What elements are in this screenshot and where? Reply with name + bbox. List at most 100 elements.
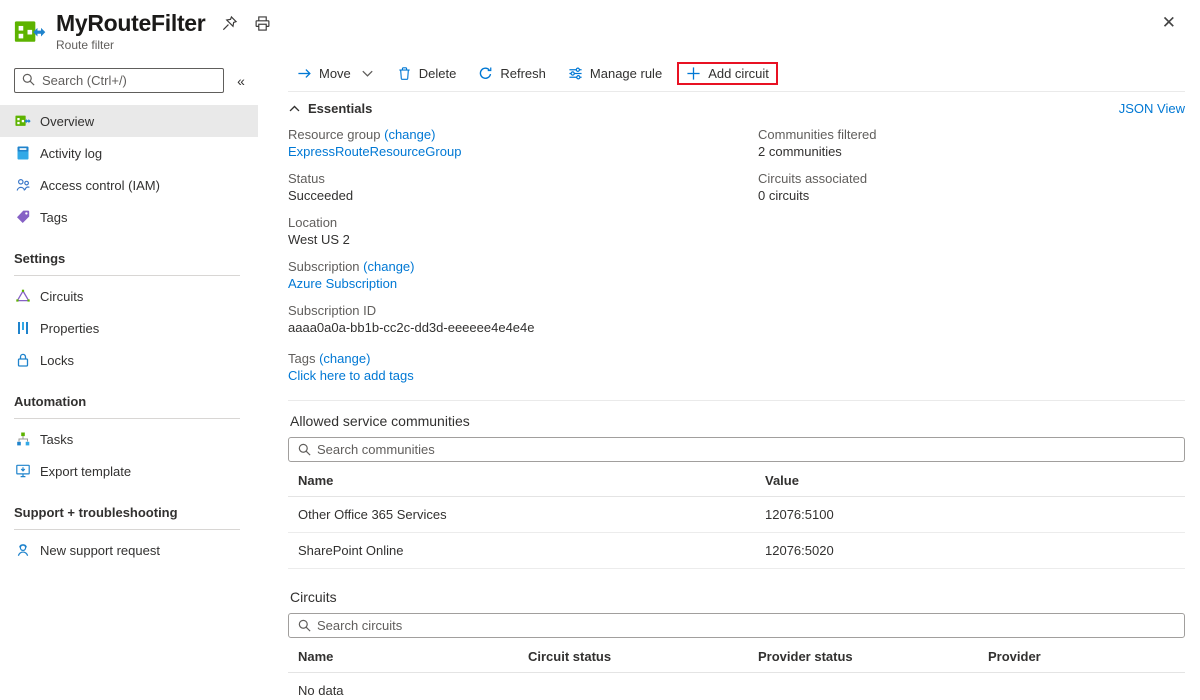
move-button[interactable]: Move — [288, 62, 384, 85]
essentials-left-column: Resource group (change) ExpressRouteReso… — [288, 126, 758, 394]
communities-search-input[interactable] — [289, 438, 1184, 461]
sidebar-item-overview[interactable]: Overview — [0, 105, 258, 137]
resource-group-value-link[interactable]: ExpressRouteResourceGroup — [288, 144, 461, 159]
communities-table-header: Name Value — [288, 462, 1185, 497]
communities-section-title: Allowed service communities — [288, 401, 1185, 437]
tasks-icon — [15, 431, 31, 447]
activity-log-icon — [15, 145, 31, 161]
export-template-icon — [15, 463, 31, 479]
circuits-associated-value: 0 circuits — [758, 187, 1185, 205]
circuits-search — [288, 613, 1185, 638]
search-icon — [21, 72, 36, 87]
sidebar-collapse-button[interactable]: « — [224, 73, 258, 89]
communities-filtered-field: Communities filtered 2 communities — [758, 126, 1185, 161]
tags-change-link[interactable]: (change) — [319, 351, 370, 366]
lock-icon — [15, 352, 31, 368]
resource-group-field: Resource group (change) ExpressRouteReso… — [288, 126, 758, 161]
subscription-id-value: aaaa0a0a-bb1b-cc2c-dd3d-eeeeee4e4e4e — [288, 319, 758, 337]
content-pane: Move Delete Refresh — [258, 56, 1200, 700]
subscription-label: Subscription — [288, 259, 360, 274]
circuits-col-provider-status: Provider status — [748, 638, 978, 672]
sidebar-item-tags[interactable]: Tags — [0, 201, 258, 233]
sidebar-item-label: Properties — [40, 321, 99, 336]
sidebar-search-input[interactable] — [14, 68, 224, 93]
sidebar-item-access-control[interactable]: Access control (IAM) — [0, 169, 258, 201]
subscription-value-link[interactable]: Azure Subscription — [288, 276, 397, 291]
sidebar-item-label: Locks — [40, 353, 74, 368]
sidebar-item-label: New support request — [40, 543, 160, 558]
json-view-link[interactable]: JSON View — [1119, 101, 1185, 116]
print-icon[interactable] — [254, 15, 271, 32]
manage-rule-icon — [568, 66, 583, 81]
page-subtitle: Route filter — [56, 38, 271, 52]
resource-group-change-link[interactable]: (change) — [384, 127, 435, 142]
subscription-change-link[interactable]: (change) — [363, 259, 414, 274]
community-value: 12076:5100 — [755, 497, 1185, 532]
circuits-search-input[interactable] — [289, 614, 1184, 637]
location-value: West US 2 — [288, 231, 758, 249]
manage-rule-label: Manage rule — [590, 66, 662, 81]
refresh-icon — [478, 66, 493, 81]
essentials-header: Essentials JSON View — [288, 92, 1185, 124]
add-circuit-label: Add circuit — [708, 66, 769, 81]
move-label: Move — [319, 66, 351, 81]
sidebar-item-locks[interactable]: Locks — [0, 344, 258, 376]
essentials-title[interactable]: Essentials — [308, 101, 372, 116]
location-label: Location — [288, 214, 758, 231]
tags-value-link[interactable]: Click here to add tags — [288, 368, 414, 383]
toolbar: Move Delete Refresh — [288, 56, 1185, 91]
sidebar-item-label: Tags — [40, 210, 67, 225]
page-title: MyRouteFilter — [56, 10, 205, 37]
sidebar-item-activity-log[interactable]: Activity log — [0, 137, 258, 169]
sidebar-item-tasks[interactable]: Tasks — [0, 423, 258, 455]
delete-label: Delete — [419, 66, 457, 81]
circuits-icon — [15, 288, 31, 304]
circuits-col-name: Name — [288, 638, 518, 672]
sidebar-item-circuits[interactable]: Circuits — [0, 280, 258, 312]
circuits-associated-label: Circuits associated — [758, 170, 1185, 187]
table-row: SharePoint Online 12076:5020 — [288, 533, 1185, 569]
sidebar-item-new-support-request[interactable]: New support request — [0, 534, 258, 566]
refresh-label: Refresh — [500, 66, 546, 81]
access-control-icon — [15, 177, 31, 193]
add-circuit-button[interactable]: Add circuit — [677, 62, 778, 85]
communities-table: Name Value Other Office 365 Services 120… — [288, 462, 1185, 569]
communities-filtered-value: 2 communities — [758, 143, 1185, 161]
sidebar-item-properties[interactable]: Properties — [0, 312, 258, 344]
sidebar-item-export-template[interactable]: Export template — [0, 455, 258, 487]
circuits-table-header: Name Circuit status Provider status Prov… — [288, 638, 1185, 673]
sidebar-item-label: Tasks — [40, 432, 73, 447]
chevron-down-icon — [360, 66, 375, 81]
close-icon[interactable]: ✕ — [1156, 10, 1182, 35]
circuits-section-title: Circuits — [288, 569, 1185, 613]
manage-rule-button[interactable]: Manage rule — [559, 62, 671, 85]
sidebar-item-label: Overview — [40, 114, 94, 129]
pin-icon[interactable] — [221, 15, 238, 32]
page-header: MyRouteFilter Route filter ✕ — [0, 0, 1200, 56]
location-field: Location West US 2 — [288, 214, 758, 249]
table-row: No data — [288, 673, 1185, 700]
add-icon — [686, 66, 701, 81]
tag-icon — [15, 209, 31, 225]
no-data-cell: No data — [288, 673, 518, 700]
refresh-button[interactable]: Refresh — [469, 62, 555, 85]
sidebar-item-label: Circuits — [40, 289, 83, 304]
communities-col-value: Value — [755, 462, 1185, 496]
route-filter-icon — [14, 16, 46, 48]
move-icon — [297, 66, 312, 81]
sidebar: « Overview Activity log — [0, 56, 258, 700]
tags-label: Tags — [288, 351, 315, 366]
community-value: 12076:5020 — [755, 533, 1185, 568]
community-name: SharePoint Online — [288, 533, 755, 568]
search-icon — [297, 618, 312, 633]
community-name: Other Office 365 Services — [288, 497, 755, 532]
subscription-field: Subscription (change) Azure Subscription — [288, 258, 758, 293]
communities-search — [288, 437, 1185, 462]
circuits-associated-field: Circuits associated 0 circuits — [758, 170, 1185, 205]
circuits-table: Name Circuit status Provider status Prov… — [288, 638, 1185, 700]
delete-button[interactable]: Delete — [388, 62, 466, 85]
overview-icon — [15, 113, 31, 129]
subscription-id-label: Subscription ID — [288, 302, 758, 319]
chevron-up-icon[interactable] — [288, 102, 301, 115]
sidebar-item-label: Access control (IAM) — [40, 178, 160, 193]
